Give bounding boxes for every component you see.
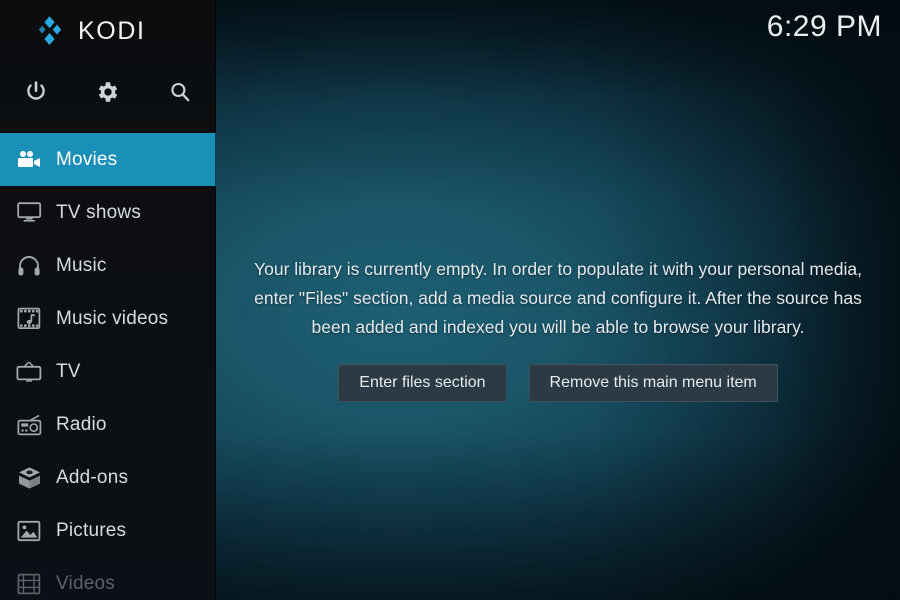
kodi-home-screen: 6:29 PM Your library is currently empty.… [0,0,900,600]
kodi-logo-icon [36,15,66,47]
television-icon [10,345,48,398]
power-button[interactable] [0,64,72,120]
sidebar-item-label: Music [56,254,107,276]
sidebar-item-label: TV shows [56,201,142,223]
sidebar-item-label: Radio [56,413,107,435]
monitor-icon [10,186,48,239]
radio-icon [10,398,48,451]
main-content: Your library is currently empty. In orde… [216,0,900,600]
brand-header: KODI [0,0,216,62]
action-button-row: Enter files section Remove this main men… [338,364,778,402]
sidebar-item-radio[interactable]: Radio [0,398,216,451]
sidebar-item-label: Pictures [56,519,127,541]
photo-icon [10,504,48,557]
gear-icon [95,79,121,105]
sidebar-menu: Movies TV shows Music Music videos TV Ra… [0,133,216,600]
sidebar-item-videos[interactable]: Videos [0,557,216,600]
sidebar-toolbar [0,64,216,120]
film-note-icon [10,292,48,345]
sidebar-item-label: Add-ons [56,466,129,488]
sidebar-item-music[interactable]: Music [0,239,216,292]
headphones-icon [10,239,48,292]
search-button[interactable] [144,64,216,120]
power-icon [24,80,48,104]
film-strip-icon [10,557,48,600]
sidebar-item-pictures[interactable]: Pictures [0,504,216,557]
sidebar-item-music-videos[interactable]: Music videos [0,292,216,345]
enter-files-section-button[interactable]: Enter files section [338,364,507,402]
sidebar-item-tv[interactable]: TV [0,345,216,398]
clock: 6:29 PM [766,10,882,43]
remove-main-menu-item-button[interactable]: Remove this main menu item [528,364,778,402]
package-box-icon [10,451,48,504]
sidebar-item-label: TV [56,360,81,382]
sidebar-item-label: Music videos [56,307,169,329]
brand-title: KODI [78,16,146,45]
sidebar-item-label: Movies [56,148,118,170]
settings-button[interactable] [72,64,144,120]
sidebar: KODI Movies TV shows Music Music videos … [0,0,216,600]
sidebar-item-tv-shows[interactable]: TV shows [0,186,216,239]
movie-camera-icon [10,133,48,186]
search-icon [168,80,192,104]
empty-library-message: Your library is currently empty. In orde… [254,259,862,337]
sidebar-item-label: Videos [56,572,115,594]
sidebar-item-add-ons[interactable]: Add-ons [0,451,216,504]
sidebar-item-movies[interactable]: Movies [0,133,216,186]
